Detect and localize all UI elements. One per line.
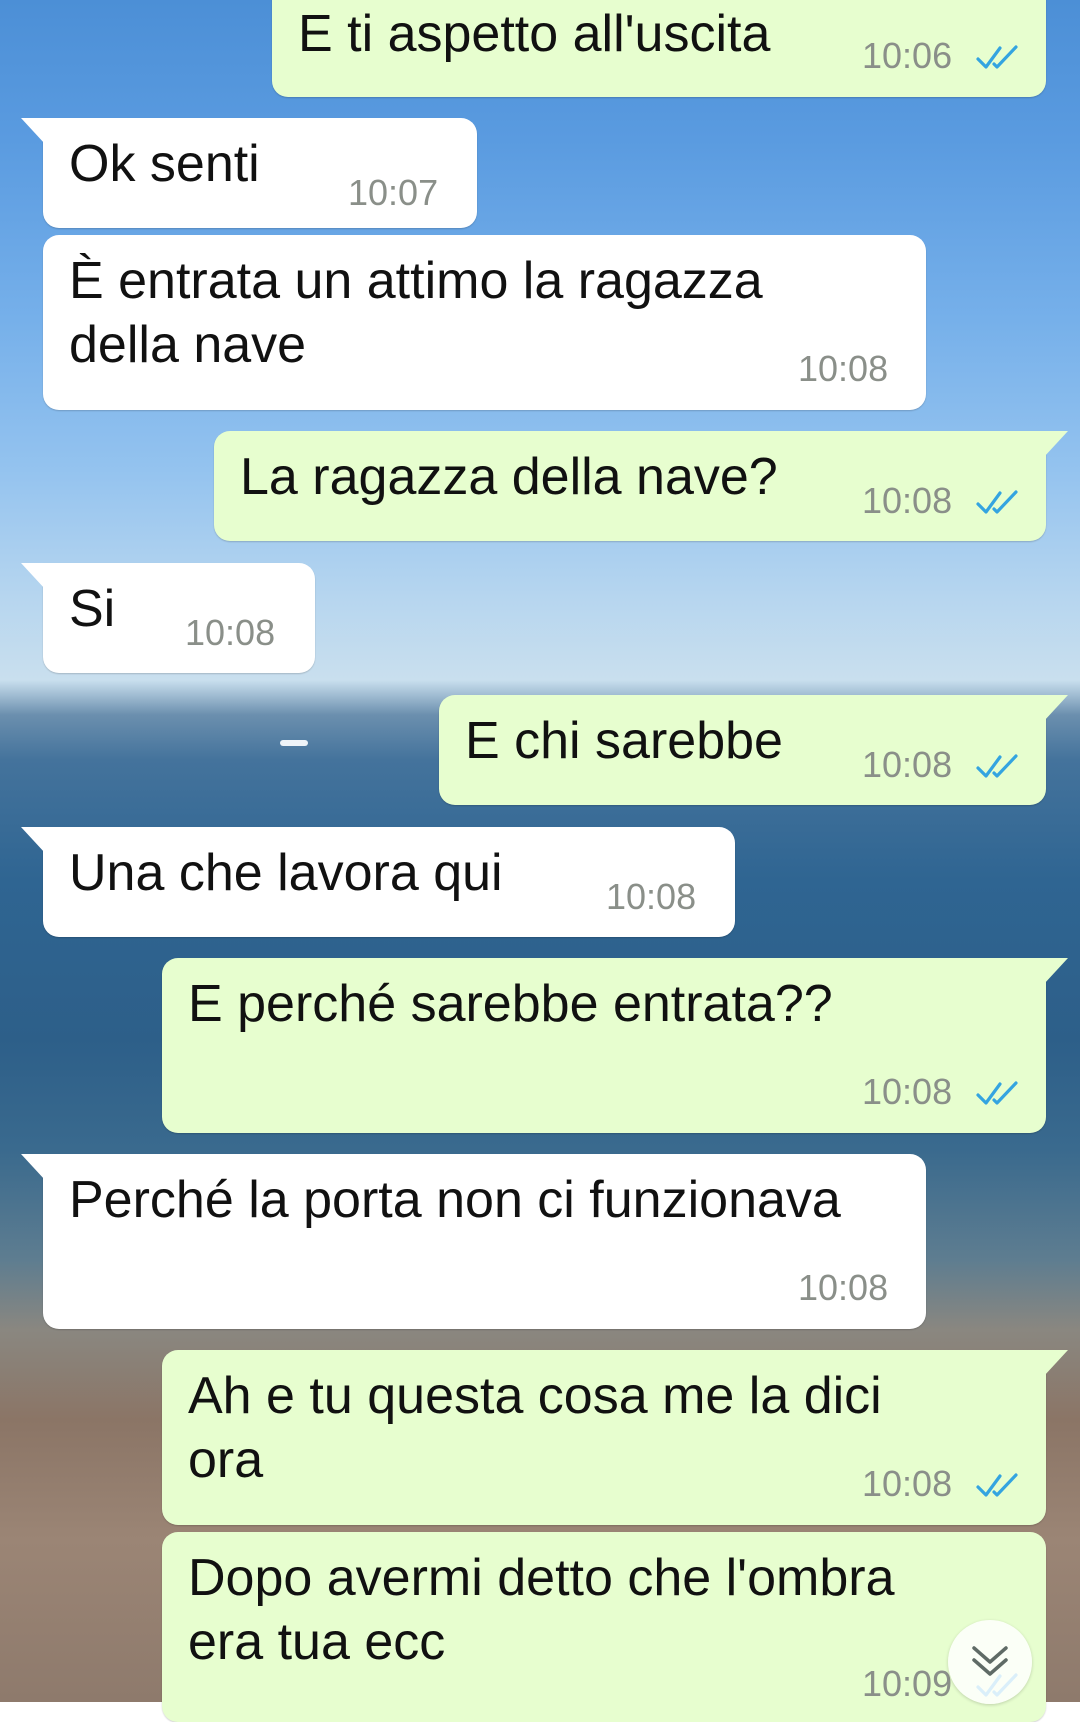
message-time: 10:08 xyxy=(798,348,889,389)
message-time: 10:06 xyxy=(862,35,953,76)
message-time: 10:07 xyxy=(348,172,439,213)
message-text: Ok senti xyxy=(69,135,260,193)
bubble-tail xyxy=(1044,958,1068,984)
message-text: E perché sarebbe entrata?? xyxy=(188,975,833,1033)
message-time: 10:08 xyxy=(862,1463,953,1504)
incoming-message[interactable]: Perché la porta non ci funzionava 10:08 xyxy=(21,1154,926,1329)
outgoing-message[interactable]: E perché sarebbe entrata?? 10:08 xyxy=(162,958,1068,1133)
message-time: 10:08 xyxy=(862,1071,953,1112)
bubble-tail xyxy=(21,118,45,144)
double-check-icon xyxy=(976,1081,1018,1105)
message-time: 10:08 xyxy=(862,744,953,785)
bubble-tail xyxy=(1044,1350,1068,1376)
double-check-icon xyxy=(976,1473,1018,1497)
double-check-icon xyxy=(976,490,1018,514)
message-text: Si xyxy=(69,580,116,638)
message-text: La ragazza della nave? xyxy=(240,448,778,506)
incoming-message[interactable]: È entrata un attimo la ragazza della nav… xyxy=(43,235,926,410)
bubble-tail xyxy=(21,563,45,589)
bubble-tail xyxy=(1044,431,1068,457)
incoming-message[interactable]: Si 10:08 xyxy=(21,563,315,673)
message-text: È entrata un attimo la ragazza della nav… xyxy=(69,252,763,374)
message-text: Ah e tu questa cosa me la dici ora xyxy=(188,1367,882,1489)
double-check-icon xyxy=(976,45,1018,69)
message-text: Una che lavora qui xyxy=(69,844,503,902)
scroll-to-bottom-button[interactable] xyxy=(948,1620,1032,1704)
double-chevron-down-icon xyxy=(972,1646,1008,1676)
outgoing-message[interactable]: Dopo avermi detto che l'ombra era tua ec… xyxy=(162,1532,1046,1722)
message-text: E ti aspetto all'uscita xyxy=(298,5,771,63)
message-time: 10:08 xyxy=(606,876,697,917)
bubble-tail xyxy=(21,1154,45,1180)
bubble-tail xyxy=(1044,695,1068,721)
incoming-message[interactable]: Ok senti 10:07 xyxy=(21,118,477,228)
wallpaper-boat xyxy=(280,740,308,746)
outgoing-message[interactable]: E chi sarebbe 10:08 xyxy=(439,695,1068,805)
message-text: Dopo avermi detto che l'ombra era tua ec… xyxy=(188,1549,895,1671)
double-check-icon xyxy=(976,754,1018,778)
outgoing-message[interactable]: E ti aspetto all'uscita 10:06 xyxy=(272,0,1046,97)
message-time: 10:08 xyxy=(862,480,953,521)
message-text: Perché la porta non ci funzionava xyxy=(69,1171,841,1229)
incoming-message[interactable]: Una che lavora qui 10:08 xyxy=(21,827,735,937)
message-text: E chi sarebbe xyxy=(465,712,783,770)
outgoing-message[interactable]: La ragazza della nave? 10:08 xyxy=(214,431,1068,541)
outgoing-message[interactable]: Ah e tu questa cosa me la dici ora 10:08 xyxy=(162,1350,1068,1525)
message-time: 10:08 xyxy=(798,1267,889,1308)
bubble-tail xyxy=(21,827,45,853)
message-time: 10:09 xyxy=(862,1663,953,1704)
message-time: 10:08 xyxy=(185,612,276,653)
